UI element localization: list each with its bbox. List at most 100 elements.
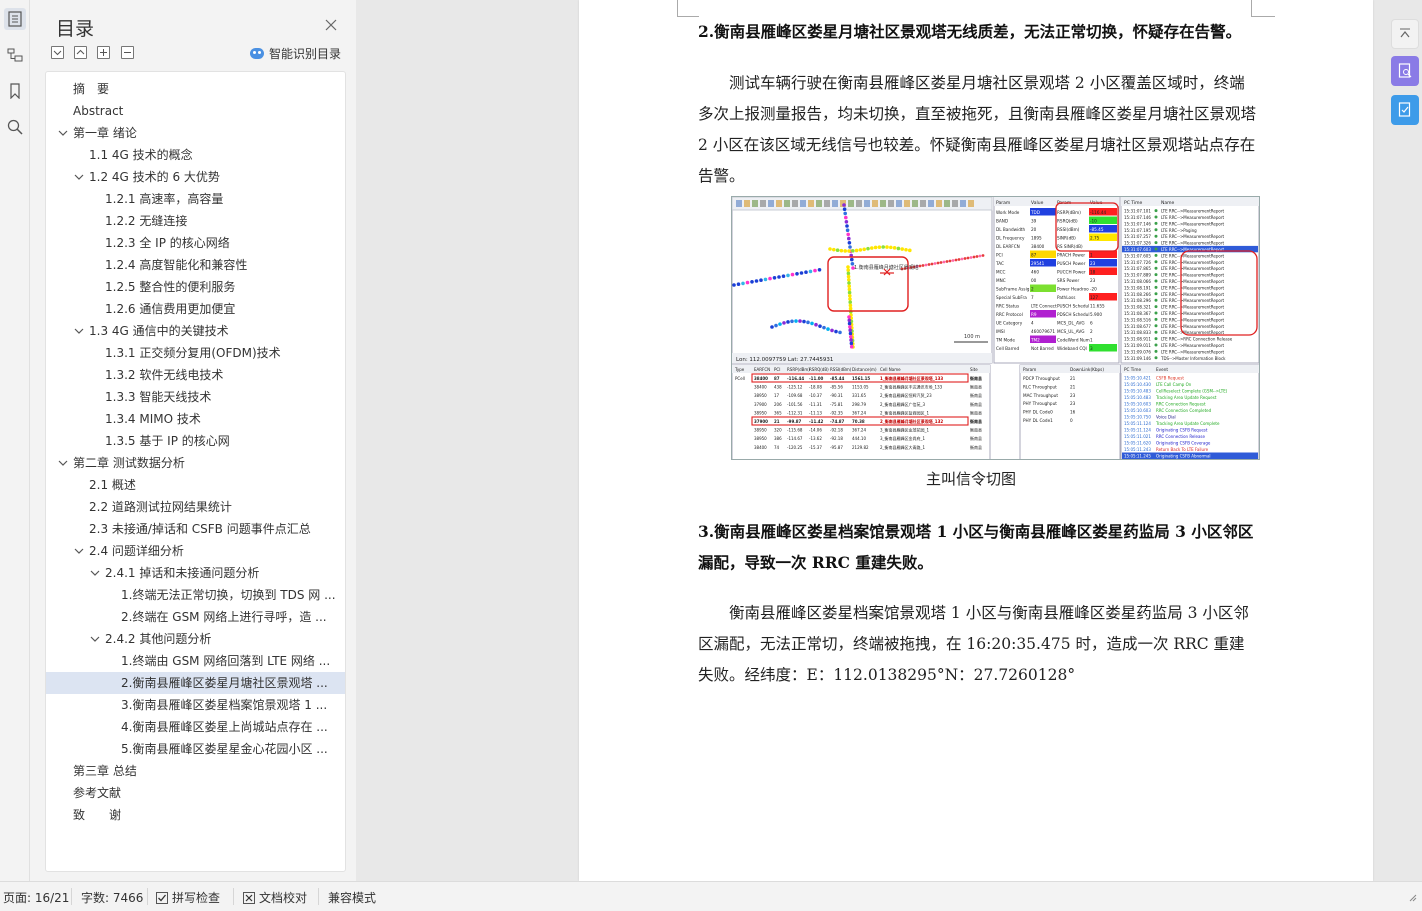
param-value: 5.900 — [1090, 312, 1102, 317]
toc-item[interactable]: 1.2.3 全 IP 的核心网络 — [46, 232, 345, 254]
toc-panel-icon[interactable] — [4, 8, 26, 30]
toc-item[interactable]: Abstract — [46, 100, 345, 122]
toc-item[interactable]: 2.4 问题详细分析 — [46, 540, 345, 562]
expand-up-icon[interactable] — [74, 46, 87, 59]
toc-item[interactable]: 第二章 测试数据分析 — [46, 452, 345, 474]
message-time: 15:31:08.516 — [1124, 317, 1151, 322]
resize-grip-icon[interactable] — [1408, 887, 1418, 908]
toc-item[interactable]: 2.4.1 掉话和未接通问题分析 — [46, 562, 345, 584]
bookmark-icon[interactable] — [4, 80, 26, 102]
toc-item[interactable]: 5.衡南县雁峰区娄星星金心花园小区 ... — [46, 738, 345, 760]
toc-item[interactable]: 1.2.5 整合性的便利服务 — [46, 276, 345, 298]
toc-item[interactable]: 1.2.6 通信费用更加便宜 — [46, 298, 345, 320]
toc-item[interactable]: 2.2 道路测试拉网结果统计 — [46, 496, 345, 518]
chevron-down-icon[interactable] — [73, 166, 85, 188]
compat-mode-label[interactable]: 兼容模式 — [328, 889, 376, 906]
message-status-icon — [1154, 356, 1158, 360]
drive-test-point — [908, 248, 912, 253]
toc-item[interactable]: 1.1 4G 技术的概念 — [46, 144, 345, 166]
toc-item[interactable]: 1.3.1 正交频分复用(OFDM)技术 — [46, 342, 345, 364]
toc-item[interactable]: 致 谢 — [46, 804, 345, 826]
toc-item[interactable]: 2.1 概述 — [46, 474, 345, 496]
toc-item[interactable]: 参考文献 — [46, 782, 345, 804]
message-status-icon — [1154, 260, 1158, 264]
neighbor-cell-value: -74.87 — [830, 419, 845, 424]
toc-item[interactable]: 1.3.4 MIMO 技术 — [46, 408, 345, 430]
document-review-icon[interactable] — [1391, 56, 1419, 86]
toc-item[interactable]: 2.终端在 GSM 网络上进行寻呼，造 ... — [46, 606, 345, 628]
drive-test-point — [848, 328, 852, 332]
collapse-all-icon[interactable] — [51, 46, 64, 59]
add-entry-icon[interactable] — [97, 46, 110, 59]
toc-item[interactable]: 3.衡南县雁峰区娄星档案馆景观塔 1 ... — [46, 694, 345, 716]
param-name: RRC Protocol — [996, 312, 1023, 317]
close-icon[interactable] — [324, 17, 338, 31]
toc-item[interactable]: 1.3.2 软件无线电技术 — [46, 364, 345, 386]
drive-test-point — [845, 228, 850, 232]
chevron-down-icon[interactable] — [57, 122, 69, 144]
neighbor-cell-value: 38950 — [754, 393, 767, 398]
toc-item[interactable]: 2.4.2 其他问题分析 — [46, 628, 345, 650]
toc-item[interactable]: 1.终端无法正常切换，切换到 TDS 网 ... — [46, 584, 345, 606]
remove-entry-icon[interactable] — [121, 46, 134, 59]
toc-item[interactable]: 1.2 4G 技术的 6 大优势 — [46, 166, 345, 188]
chevron-down-icon[interactable] — [73, 320, 85, 342]
document-check-icon[interactable] — [1391, 95, 1419, 125]
toc-item[interactable]: 2.衡南县雁峰区娄星月塘社区景观塔 ... — [46, 672, 345, 694]
toc-item[interactable]: 第三章 总结 — [46, 760, 345, 782]
message-name: LTE RRC-->MeasurementReport — [1161, 253, 1224, 258]
toc-item-label: 1.3.4 MIMO 技术 — [105, 412, 201, 426]
toc-item[interactable]: 摘 要 — [46, 78, 345, 100]
neighbor-cell-header-cell: RSSI(dBm) — [830, 367, 852, 372]
message-name: LTE RRC-->MeasurementReport — [1161, 285, 1224, 290]
toc-list: 摘 要 Abstract 第一章 绪论 1.1 4G 技术的概念 1.2 4G 技术的 … — [45, 71, 346, 872]
param-value: Not Barred — [1031, 346, 1054, 351]
message-time: 15:31:08.191 — [1124, 285, 1151, 290]
toc-item[interactable]: 1.2.1 高速率，高容量 — [46, 188, 345, 210]
message-time: 15:31:07.326 — [1124, 241, 1151, 246]
toc-item[interactable]: 1.2.4 高度智能化和兼容性 — [46, 254, 345, 276]
message-status-icon — [1154, 305, 1158, 309]
toolbar-icon — [912, 200, 918, 207]
message-time: 15:31:09.011 — [1124, 343, 1151, 348]
left-icon-rail — [0, 0, 30, 881]
chevron-down-icon[interactable] — [89, 562, 101, 584]
drive-test-point — [954, 258, 958, 262]
chevron-down-icon[interactable] — [89, 628, 101, 650]
toc-item[interactable]: 1.3.3 智能天线技术 — [46, 386, 345, 408]
message-time: 15:31:08.266 — [1124, 292, 1151, 297]
smart-toc-button[interactable]: 智能识别目录 — [250, 45, 341, 62]
spell-check-button[interactable]: 拼写检查 — [156, 889, 220, 906]
drive-test-point — [806, 320, 810, 325]
drive-test-point — [843, 211, 847, 216]
neighbor-cell-value: -10.37 — [809, 393, 822, 398]
neighbor-cell-value: 367.24 — [852, 428, 866, 433]
param-value: -10 — [1090, 219, 1097, 224]
proofread-button[interactable]: 文档校对 — [243, 889, 307, 906]
chevron-down-icon[interactable] — [57, 452, 69, 474]
toc-item[interactable]: 1.3.5 基于 IP 的核心网 — [46, 430, 345, 452]
toolbar-icon — [944, 200, 950, 207]
toc-item[interactable]: 1.终端由 GSM 网络回落到 LTE 网络 ... — [46, 650, 345, 672]
neighbor-cell-value: 37900 — [754, 419, 768, 424]
drive-test-point — [790, 319, 794, 324]
toc-item[interactable]: 第一章 绪论 — [46, 122, 345, 144]
toc-item[interactable]: 1.2.2 无缝连接 — [46, 210, 345, 232]
drive-test-point — [957, 258, 961, 261]
scroll-top-icon[interactable] — [1391, 19, 1419, 49]
message-header-cell: PC Time — [1124, 200, 1143, 206]
word-count[interactable]: 字数: 7466 — [81, 889, 143, 906]
event-time: 15:05:10.483 — [1124, 389, 1151, 394]
event-name: Tracking Area Update Complete — [1155, 421, 1220, 426]
toc-item[interactable]: 4.衡南县雁峰区娄星上尚城站点存在 ... — [46, 716, 345, 738]
drive-test-point — [851, 249, 855, 253]
page-indicator[interactable]: 页面: 16/21 — [3, 889, 69, 906]
toc-item[interactable]: 1.3 4G 通信中的关键技术 — [46, 320, 345, 342]
message-time: 15:31:08.296 — [1124, 298, 1151, 303]
toc-item[interactable]: 2.3 未接通/掉话和 CSFB 问题事件点汇总 — [46, 518, 345, 540]
search-icon[interactable] — [4, 116, 26, 138]
chevron-down-icon[interactable] — [73, 540, 85, 562]
throughput-value: 21 — [1070, 384, 1076, 389]
structure-icon[interactable] — [4, 44, 26, 66]
toolbar-icon — [952, 200, 958, 207]
